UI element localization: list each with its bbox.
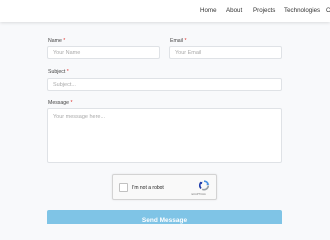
nav-home[interactable]: Home	[200, 7, 217, 14]
subject-label: Subject *	[48, 69, 69, 75]
required-mark: *	[70, 100, 73, 106]
recaptcha-checkbox[interactable]	[119, 183, 128, 192]
name-label: Name *	[48, 38, 65, 44]
nav-contact[interactable]: C	[326, 7, 330, 14]
required-mark: *	[184, 38, 187, 44]
email-label: Email *	[170, 38, 186, 44]
recaptcha-widget: I'm not a robot reCAPTCHA	[112, 174, 217, 200]
recaptcha-logo-icon	[199, 180, 210, 191]
nav-technologies[interactable]: Technologies	[284, 7, 320, 14]
email-input[interactable]	[169, 46, 282, 59]
recaptcha-label: I'm not a robot	[132, 185, 164, 191]
required-mark: *	[63, 38, 66, 44]
send-message-button[interactable]: Send Message	[47, 210, 282, 224]
email-label-text: Email	[170, 38, 183, 44]
recaptcha-brand: reCAPTCHA	[191, 193, 206, 196]
required-mark: *	[66, 69, 69, 75]
subject-input[interactable]	[47, 78, 282, 91]
name-input[interactable]	[47, 46, 160, 59]
message-textarea[interactable]	[47, 108, 282, 163]
top-navbar: Home About Projects Technologies C	[0, 0, 330, 22]
nav-about[interactable]: About	[226, 7, 242, 14]
message-label: Message *	[48, 100, 73, 106]
name-label-text: Name	[48, 38, 62, 44]
nav-projects[interactable]: Projects	[253, 7, 275, 14]
message-label-text: Message	[48, 100, 70, 106]
subject-label-text: Subject	[48, 69, 66, 75]
